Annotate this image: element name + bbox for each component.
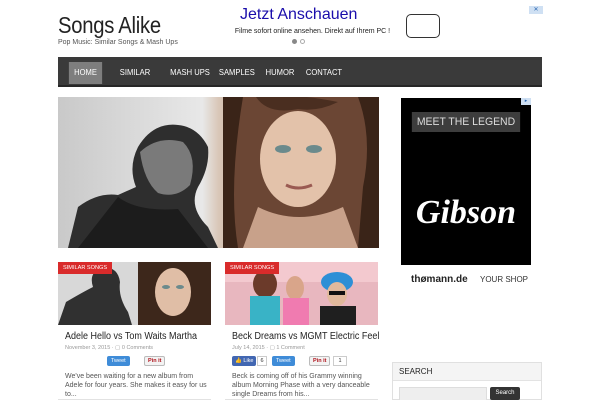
post-comments[interactable]: 1 Comment: [276, 345, 304, 351]
ad-headline[interactable]: Jetzt Anschauen: [240, 6, 357, 24]
like-count: 6: [257, 356, 267, 366]
post-thumbnail[interactable]: SIMILAR SONGS: [225, 262, 378, 325]
site-title[interactable]: Songs Alike: [58, 12, 161, 39]
share-bar: 👍 Like 6 Tweet Pin it 1: [225, 354, 378, 370]
ad-open-button[interactable]: [406, 14, 440, 38]
facebook-like-button[interactable]: 👍 Like: [232, 356, 257, 366]
ad-footer-strip[interactable]: thømann.de YOUR SHOP: [401, 265, 531, 293]
nav-item-mash-ups[interactable]: MASH UPS: [170, 62, 210, 84]
post-date: November 3, 2015: [65, 345, 111, 351]
pin-button[interactable]: Pin it: [144, 356, 166, 366]
post-excerpt: Beck is coming off of his Grammy winning…: [232, 373, 370, 398]
ad-choices-icon[interactable]: ✕: [529, 6, 543, 14]
post-title[interactable]: Adele Hello vs Tom Waits Martha: [65, 331, 197, 342]
site-description: Pop Music: Similar Songs & Mash Ups: [58, 39, 178, 46]
category-badge[interactable]: SIMILAR SONGS: [58, 262, 113, 274]
post-meta: November 3, 2015 · ▢ 0 Comments: [65, 345, 153, 351]
pin-count: 1: [333, 356, 347, 366]
ad-tagline: MEET THE LEGEND: [411, 112, 521, 132]
category-badge[interactable]: SIMILAR SONGS: [225, 262, 280, 274]
ad-carousel-dots[interactable]: [292, 39, 305, 44]
nav-item-contact[interactable]: CONTACT: [305, 62, 343, 84]
ad-store-name: thømann.de: [411, 274, 468, 285]
post-card[interactable]: SIMILAR SONGS Beck Dreams vs MGMT Electr…: [225, 262, 379, 400]
ad-body-text: Filme sofort online ansehen. Direkt auf …: [234, 28, 391, 35]
post-card[interactable]: SIMILAR SONGS Adele Hello vs Tom Waits M…: [58, 262, 211, 400]
nav-item-similar-songs[interactable]: SIMILAR SONGS: [107, 62, 162, 99]
post-title[interactable]: Beck Dreams vs MGMT Electric Feel: [232, 331, 379, 342]
like-label: Like: [243, 358, 254, 364]
ad-cta[interactable]: YOUR SHOP: [480, 275, 528, 284]
page: Songs Alike Pop Music: Similar Songs & M…: [0, 0, 600, 400]
comment-icon: · ▢: [111, 345, 122, 351]
share-bar: Tweet Pin it: [58, 354, 211, 370]
logo-text: Gibson: [416, 194, 516, 231]
thumbs-up-icon: 👍: [235, 358, 242, 364]
nav-item-samples[interactable]: SAMPLES: [219, 62, 255, 84]
post-excerpt: We've been waiting for a new album from …: [65, 373, 207, 398]
search-input[interactable]: [399, 387, 487, 400]
search-button[interactable]: Search: [490, 387, 520, 400]
featured-photo: [58, 97, 379, 248]
pin-button[interactable]: Pin it: [309, 356, 331, 366]
carousel-dot-active[interactable]: [292, 39, 297, 44]
ad-choices-icon[interactable]: ▸: [521, 98, 531, 105]
nav-item-humor[interactable]: HUMOR: [264, 62, 296, 84]
search-widget-title: SEARCH: [393, 363, 541, 381]
gibson-logo: Gibson: [416, 194, 516, 231]
post-thumbnail[interactable]: SIMILAR SONGS: [58, 262, 211, 325]
featured-image[interactable]: [58, 97, 379, 248]
post-date: July 14, 2015: [232, 345, 265, 351]
nav-item-home[interactable]: HOME: [68, 62, 103, 84]
main-navigation: HOME SIMILAR SONGS MASH UPS SAMPLES HUMO…: [58, 57, 542, 99]
carousel-dot[interactable]: [300, 39, 305, 44]
post-meta: July 14, 2015 · ▢ 1 Comment: [232, 345, 305, 351]
tweet-button[interactable]: Tweet: [107, 356, 130, 366]
search-widget: SEARCH Search: [392, 362, 542, 400]
tweet-button[interactable]: Tweet: [272, 356, 295, 366]
top-banner-ad[interactable]: Jetzt Anschauen Filme sofort online anse…: [220, 6, 546, 50]
comment-icon: · ▢: [266, 345, 277, 351]
post-comments[interactable]: 0 Comments: [122, 345, 153, 351]
sidebar-ad[interactable]: MEET THE LEGEND Gibson thømann.de YOUR S…: [401, 98, 531, 293]
